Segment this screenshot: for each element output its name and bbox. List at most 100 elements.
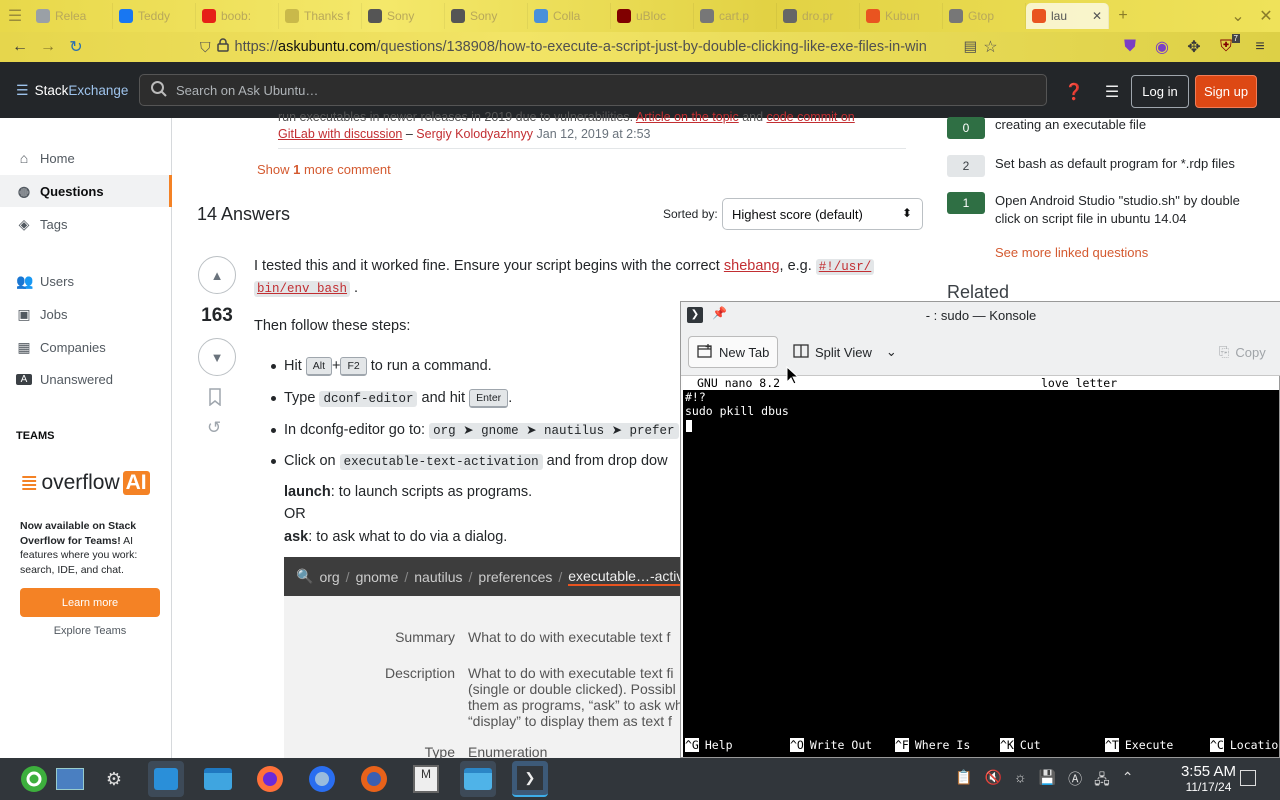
linked-question-link[interactable]: Open Android Studio "studio.sh" by doubl… bbox=[995, 192, 1265, 228]
brightness-icon[interactable]: ☼ bbox=[1014, 769, 1027, 793]
browser-tab[interactable]: Teddy bbox=[113, 3, 196, 29]
stackexchange-logo[interactable]: ☰ StackExchange bbox=[16, 82, 138, 99]
discover-store-icon[interactable] bbox=[148, 761, 184, 797]
help-icon[interactable]: ❓ bbox=[1060, 75, 1088, 108]
type-label: Type bbox=[424, 744, 455, 758]
nano-shortcut-key: ^G bbox=[685, 738, 699, 752]
firefox-icon[interactable] bbox=[252, 761, 288, 797]
reader-view-icon[interactable]: ▤ bbox=[964, 39, 978, 55]
browser-tab[interactable]: Relea bbox=[30, 3, 113, 29]
address-bar[interactable]: ⛉ https://askubuntu.com/questions/138908… bbox=[200, 35, 1020, 59]
system-settings-icon[interactable]: ⚙ bbox=[96, 761, 132, 797]
url-text[interactable]: https://askubuntu.com/questions/138908/h… bbox=[235, 39, 950, 55]
learn-more-button[interactable]: Learn more bbox=[20, 588, 160, 617]
reload-icon[interactable]: ↻ bbox=[62, 33, 90, 61]
nav-unanswered[interactable]: A Unanswered bbox=[16, 372, 113, 387]
tab-label: Sony bbox=[470, 9, 498, 23]
app-launcher-icon[interactable] bbox=[16, 761, 52, 797]
nav-tags[interactable]: ◈ Tags bbox=[16, 216, 68, 233]
browser-tab[interactable]: Colla bbox=[528, 3, 611, 29]
see-more-linked-link[interactable]: See more linked questions bbox=[995, 245, 1148, 260]
nav-companies[interactable]: ▦ Companies bbox=[16, 339, 105, 356]
close-tab-icon[interactable]: ✕ bbox=[1092, 9, 1102, 23]
show-more-comments-link[interactable]: Show 1 more comment bbox=[257, 162, 391, 177]
save-icon[interactable]: 💾 bbox=[1039, 769, 1056, 793]
site-switcher-icon[interactable]: ☰ bbox=[1098, 75, 1126, 108]
new-tab-button[interactable]: New Tab bbox=[688, 336, 779, 368]
expand-tray-icon[interactable]: ⌃ bbox=[1122, 769, 1134, 793]
file-manager-icon[interactable] bbox=[200, 761, 236, 797]
history-icon[interactable]: ↺ bbox=[207, 418, 221, 438]
tab-menu-chevron-icon[interactable]: ⌄ bbox=[1224, 2, 1252, 30]
browser-tab[interactable]: uBloc bbox=[611, 3, 694, 29]
nav-users[interactable]: 👥 Users bbox=[16, 273, 74, 290]
signup-button[interactable]: Sign up bbox=[1195, 75, 1257, 108]
konsole-titlebar[interactable]: ❯ 📌 - : sudo — Konsole bbox=[681, 302, 1280, 328]
browser-tab[interactable]: cart.p bbox=[694, 3, 777, 29]
network-icon[interactable]: 🖧 bbox=[1094, 769, 1110, 793]
tab-label: Teddy bbox=[138, 9, 171, 23]
comment-link-commit[interactable]: code commit on bbox=[767, 110, 855, 124]
browser-tab[interactable]: Kubun bbox=[860, 3, 943, 29]
upvote-button[interactable]: ▲ bbox=[198, 256, 236, 294]
nav-questions[interactable]: ◍ Questions bbox=[0, 175, 172, 207]
clock[interactable]: 3:55 AM 11/17/24 bbox=[1181, 763, 1236, 794]
linked-question-link[interactable]: creating an executable file bbox=[995, 116, 1265, 134]
keyboard-layout-icon[interactable]: Ⓐ bbox=[1068, 769, 1082, 793]
browser-tab[interactable]: lau ✕ bbox=[1026, 3, 1109, 29]
dolphin-icon[interactable] bbox=[460, 761, 496, 797]
shield-icon[interactable]: ⛉ bbox=[200, 39, 211, 56]
browser-tab[interactable]: Sony bbox=[445, 3, 528, 29]
menu-icon[interactable]: ≡ bbox=[1246, 33, 1274, 61]
ublock-count: 7 bbox=[1231, 34, 1240, 43]
browser-tab[interactable]: dro.pr bbox=[777, 3, 860, 29]
explore-teams-link[interactable]: Explore Teams bbox=[20, 625, 160, 637]
comment-link-article[interactable]: Article on the topic bbox=[636, 110, 739, 124]
bookmark-star-icon[interactable]: ☆ bbox=[983, 37, 997, 57]
nav-questions-label: Questions bbox=[40, 183, 104, 199]
pocket-icon[interactable]: ⛊ bbox=[1116, 33, 1144, 61]
ublock-icon[interactable]: ⛨ 7 bbox=[1212, 33, 1240, 61]
volume-muted-icon[interactable]: 🔇 bbox=[984, 769, 1001, 793]
bookmark-icon[interactable] bbox=[208, 388, 222, 411]
forward-arrow-icon[interactable]: → bbox=[34, 33, 62, 61]
teams-promo-text: Now available on Stack Overflow for Team… bbox=[20, 519, 150, 577]
extensions-icon[interactable]: ✥ bbox=[1180, 33, 1208, 61]
new-tab-button[interactable]: + bbox=[1109, 2, 1137, 30]
browser-tab[interactable]: boob: bbox=[196, 3, 279, 29]
text-editor-icon[interactable]: M bbox=[408, 761, 444, 797]
launch-text: : to launch scripts as programs. bbox=[330, 484, 533, 500]
copy-button[interactable]: ⎘ Copy bbox=[1211, 336, 1274, 368]
close-window-icon[interactable]: ✕ bbox=[1252, 2, 1280, 30]
browser-tab[interactable]: Sony bbox=[362, 3, 445, 29]
linked-question-link[interactable]: Set bash as default program for *.rdp fi… bbox=[995, 155, 1265, 173]
nav-home[interactable]: ⌂ Home bbox=[16, 150, 75, 166]
account-icon[interactable]: ◉ bbox=[1148, 33, 1176, 61]
pin-icon[interactable]: 📌 bbox=[712, 306, 727, 320]
firefox-dev-icon[interactable] bbox=[304, 761, 340, 797]
clipboard-icon[interactable]: 📋 bbox=[955, 769, 972, 793]
comment-link-gitlab[interactable]: GitLab with discussion bbox=[278, 127, 402, 141]
firefox-classic-icon[interactable] bbox=[356, 761, 392, 797]
sort-select[interactable]: Highest score (default) ⬍ bbox=[722, 198, 923, 230]
shebang-link[interactable]: shebang bbox=[724, 258, 780, 274]
lock-icon[interactable] bbox=[216, 38, 229, 56]
nano-shortcut-key: ^T bbox=[1105, 738, 1119, 752]
split-view-button[interactable]: Split View ⌄ bbox=[785, 336, 905, 368]
peek-desktop-icon[interactable] bbox=[1240, 770, 1256, 786]
terminal-area[interactable]: GNU nano 8.2 love letter #!? sudo pkill … bbox=[683, 376, 1279, 757]
konsole-taskbar-icon[interactable]: ❯ bbox=[512, 761, 548, 797]
downvote-button[interactable]: ▼ bbox=[198, 338, 236, 376]
show-desktop-icon[interactable] bbox=[52, 761, 88, 797]
kbd-alt: Alt bbox=[305, 356, 333, 376]
comment-author-link[interactable]: Sergiy Kolodyazhnyy bbox=[416, 127, 533, 141]
nav-jobs[interactable]: ▣ Jobs bbox=[16, 306, 67, 323]
linked-score-badge: 1 bbox=[947, 192, 985, 214]
browser-tab[interactable]: Thanks f bbox=[279, 3, 362, 29]
search-input[interactable]: Search on Ask Ubuntu… bbox=[139, 74, 1047, 106]
login-button[interactable]: Log in bbox=[1131, 75, 1189, 108]
back-arrow-icon[interactable]: ← bbox=[6, 33, 34, 61]
browser-tab[interactable]: Gtop bbox=[943, 3, 1026, 29]
tab-list-icon[interactable]: ☰ bbox=[0, 2, 30, 30]
tab-label: Kubun bbox=[885, 9, 920, 23]
